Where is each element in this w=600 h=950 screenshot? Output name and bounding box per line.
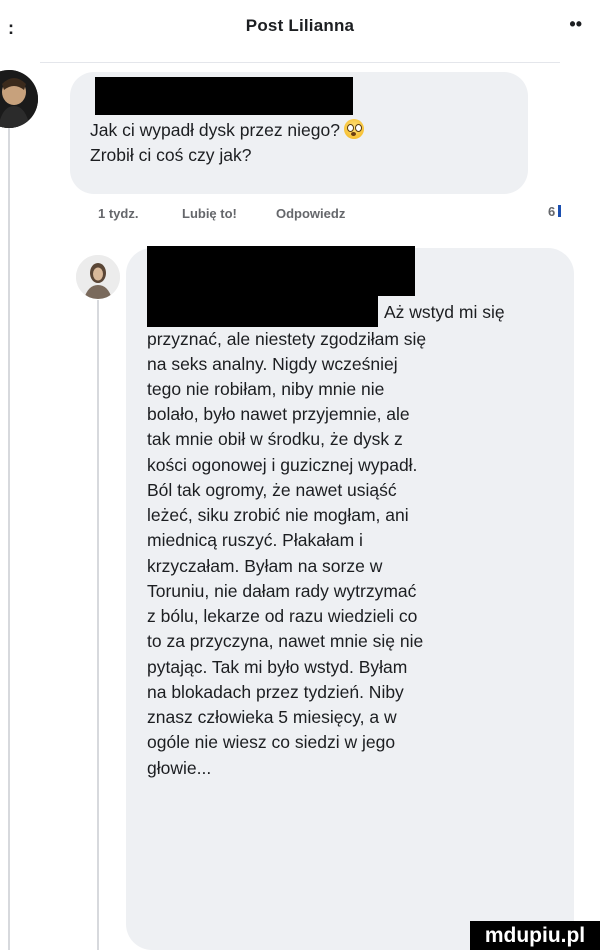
avatar[interactable] (0, 70, 38, 128)
avatar-portrait-icon (76, 255, 120, 299)
comment-line: bolało, było nawet przyjemnie, ale (147, 404, 410, 424)
comment-text: Jak ci wypadł dysk przez niego? Zrobił c… (90, 118, 520, 169)
comment-line: Ból tak ogromy, że nawet usiąść (147, 480, 397, 500)
reply-count-value: 6 (548, 204, 556, 219)
comment-line: to za przyczyna, nawet mnie się nie (147, 631, 424, 651)
comment-line: znasz człowieka 5 miesięcy, a w (147, 707, 397, 727)
redacted-text (147, 296, 378, 327)
comment-line: głowie... (147, 758, 212, 778)
like-button[interactable]: Lubię to! (182, 206, 237, 221)
comment-line: tak mnie obił w środku, że dysk z (147, 429, 403, 449)
comment-line: kości ogonowej i guzicznej wypadł. (147, 455, 418, 475)
redacted-author-name (147, 246, 415, 296)
reply-button[interactable]: Odpowiedz (276, 206, 345, 221)
comment-line: na blokadach przez tydzień. Niby (147, 682, 404, 702)
page-title: Post Lilianna (245, 16, 355, 35)
comment-line: ogóle nie wiesz co siedzi w jego (147, 732, 396, 752)
reply-count-marker (558, 205, 562, 217)
thread-line (8, 128, 10, 950)
comment-line: Toruniu, nie dałam rady wytrzymać (147, 581, 417, 601)
astonished-face-icon (343, 119, 364, 139)
redacted-author-name (95, 77, 353, 115)
more-options-icon[interactable]: •• (569, 14, 582, 35)
reply-thread-line (97, 300, 99, 950)
comment-line: Jak ci wypadł dysk przez niego? (90, 120, 340, 140)
comment-line: miednicą ruszyć. Płakałam i (147, 530, 363, 550)
reply-count[interactable]: 6 (548, 204, 562, 219)
header-divider (40, 62, 560, 63)
watermark-logo: mdupiu.pl (470, 921, 600, 950)
comment-timestamp: 1 tydz. (98, 206, 139, 221)
comment-line: na seks analny. Nigdy wcześniej (147, 354, 398, 374)
avatar-portrait-icon (0, 70, 38, 128)
avatar[interactable] (76, 255, 120, 299)
comment-line: Zrobił ci coś czy jak? (90, 145, 252, 166)
header-bar: : Post Lilianna •• (0, 0, 600, 60)
comment-line: przyznać, ale niestety zgodziłam się (147, 329, 427, 349)
comment-line: pytając. Tak mi było wstyd. Byłam (147, 657, 408, 677)
comment-line: Aż wstyd mi się (384, 302, 505, 322)
comment-line: krzyczałam. Byłam na sorze w (147, 556, 383, 576)
comment-line: tego nie robiłam, niby mnie nie (147, 379, 385, 399)
comment-line: leżeć, siku zrobić nie mogłam, ani (147, 505, 409, 525)
comment-line: z bólu, lekarze od razu wiedzieli co (147, 606, 418, 626)
